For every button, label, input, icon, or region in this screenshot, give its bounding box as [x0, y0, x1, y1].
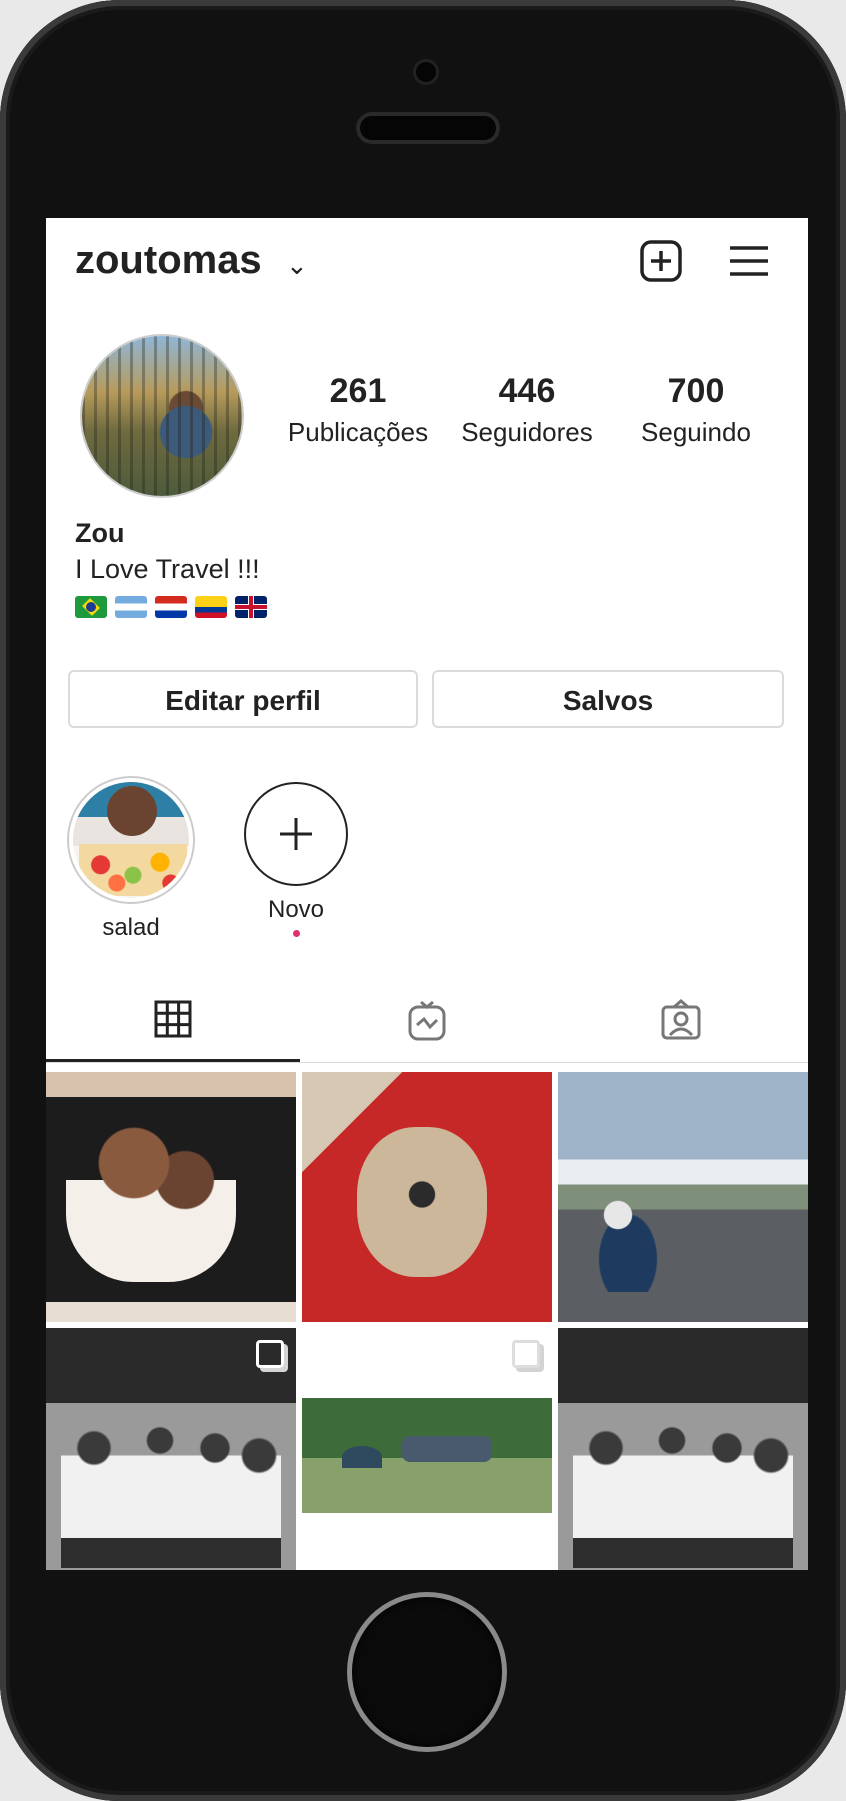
edit-profile-button[interactable]: Editar perfil: [68, 670, 418, 728]
igtv-icon: [408, 1000, 446, 1041]
highlight-label: salad: [102, 914, 160, 941]
posts-count: 261: [329, 372, 387, 410]
profile-bio: I Love Travel !!!: [75, 554, 260, 584]
avatar-photo: [82, 336, 242, 496]
highlight-new[interactable]: Novo: [231, 776, 361, 937]
tab-grid[interactable]: [46, 978, 300, 1062]
plus-icon: [280, 818, 312, 850]
post-thumbnail[interactable]: [302, 1072, 552, 1322]
uk-flag-icon: [235, 596, 267, 618]
followers-label: Seguidores: [461, 417, 593, 447]
highlight-cover: [67, 776, 195, 904]
post-thumbnail[interactable]: [46, 1328, 296, 1570]
highlight-new-label: Novo: [267, 896, 325, 923]
top-bar: zoutomas ⌄: [46, 218, 808, 308]
new-post-icon[interactable]: [638, 238, 684, 284]
posts-label: Publicações: [287, 417, 429, 447]
post-thumbnail[interactable]: [558, 1328, 808, 1570]
paraguay-flag-icon: [155, 596, 187, 618]
grid-icon: [154, 1000, 192, 1037]
multi-photo-icon: [512, 1340, 540, 1368]
new-dot-indicator: [292, 930, 300, 937]
camera: [416, 62, 436, 82]
stat-posts[interactable]: 261 Publicações: [278, 372, 438, 448]
earpiece-speaker: [360, 116, 496, 140]
phone-frame: zoutomas ⌄ 261 Publicações 446 Seguidore…: [0, 0, 846, 1801]
stat-followers[interactable]: 446 Seguidores: [447, 372, 607, 448]
argentina-flag-icon: [115, 596, 147, 618]
profile-avatar[interactable]: [82, 336, 242, 496]
followers-count: 446: [498, 372, 556, 410]
tab-tagged[interactable]: [554, 978, 808, 1062]
add-highlight-icon: [244, 782, 348, 886]
menu-icon[interactable]: [726, 238, 772, 284]
post-thumbnail[interactable]: [302, 1328, 552, 1570]
multi-photo-icon: [256, 1340, 284, 1368]
app-screen: zoutomas ⌄ 261 Publicações 446 Seguidore…: [46, 218, 808, 1570]
flag-row: [75, 596, 267, 618]
profile-tabs: [46, 978, 808, 1063]
highlight-salad[interactable]: salad: [66, 776, 196, 942]
stat-following[interactable]: 700 Seguindo: [616, 372, 776, 448]
colombia-flag-icon: [195, 596, 227, 618]
post-thumbnail[interactable]: [46, 1072, 296, 1322]
tab-igtv[interactable]: [300, 978, 554, 1062]
brazil-flag-icon: [75, 596, 107, 618]
post-thumbnail[interactable]: [558, 1072, 808, 1322]
home-button[interactable]: [352, 1597, 502, 1747]
profile-name: Zou: [75, 518, 125, 548]
chevron-down-icon[interactable]: ⌄: [286, 250, 308, 281]
following-label: Seguindo: [641, 417, 751, 447]
following-count: 700: [667, 372, 725, 410]
saved-button[interactable]: Salvos: [432, 670, 784, 728]
username[interactable]: zoutomas: [75, 238, 262, 283]
tagged-icon: [661, 999, 701, 1040]
